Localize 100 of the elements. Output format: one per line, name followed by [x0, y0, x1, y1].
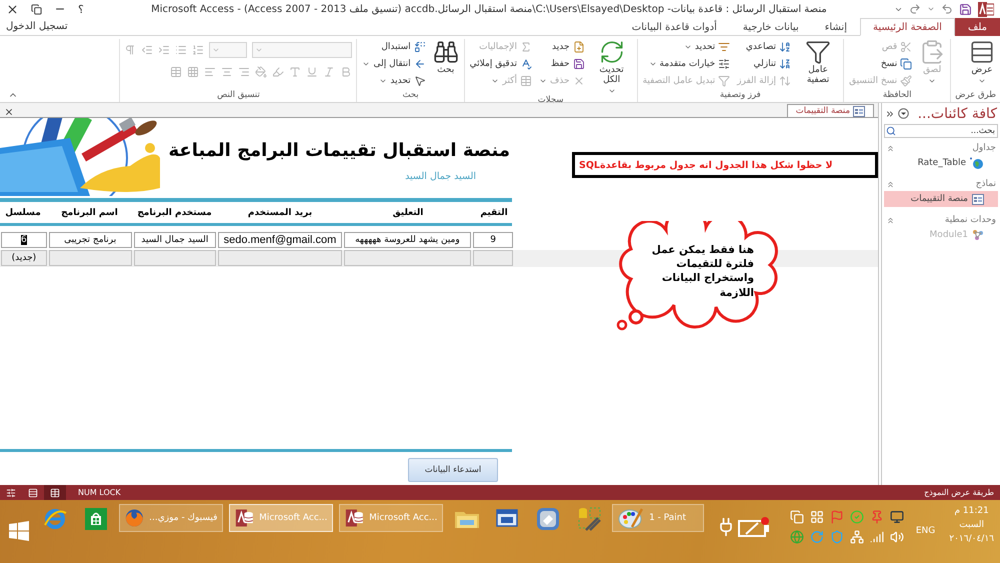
record-field[interactable]: ومين يشهد للعروسة هههههه	[344, 232, 472, 248]
undo-icon[interactable]	[941, 3, 953, 15]
pin-icon[interactable]	[870, 510, 884, 524]
record-field[interactable]	[218, 250, 342, 266]
chevron-up-icon	[886, 216, 895, 224]
record-field[interactable]	[48, 250, 132, 266]
record-field[interactable]: (جديد)	[1, 250, 47, 266]
dropdown-icon[interactable]	[898, 108, 909, 119]
ribbon-button[interactable]: تنازلي	[736, 56, 792, 72]
fox-globe-icon	[125, 507, 144, 529]
copy-icon	[900, 58, 912, 70]
ribbon-button[interactable]: خيارات متقدمة	[642, 56, 732, 72]
monitor-icon[interactable]	[890, 510, 904, 524]
ribbon-button[interactable]: بحث	[432, 39, 460, 76]
record-field[interactable]	[134, 250, 216, 266]
spell-check-icon	[520, 58, 532, 70]
record-field[interactable]: 9	[473, 232, 513, 248]
ribbon-button[interactable]: استبدال	[361, 39, 427, 55]
browser-icon	[43, 506, 68, 530]
ribbon-button[interactable]: عامل تصفية	[797, 39, 840, 86]
save-icon	[572, 58, 585, 70]
save-icon[interactable]	[959, 2, 972, 16]
search-icon	[886, 126, 896, 136]
close-icon[interactable]	[4, 107, 14, 117]
column-header: التعليق	[392, 208, 424, 218]
ribbon-tab[interactable]: أدوات قاعدة البيانات	[618, 18, 730, 36]
group-header[interactable]: جداول	[882, 141, 1000, 155]
document-tab[interactable]: منصة التقييمات	[786, 104, 874, 117]
record-field[interactable]: برنامج تجريبى	[48, 232, 132, 248]
ribbon-button[interactable]: جديد	[538, 39, 586, 55]
record-field[interactable]	[473, 250, 513, 266]
group-label: طرق عرض	[955, 90, 996, 102]
form-title: منصة استقبال تقييمات البرامج المباعة	[167, 140, 510, 161]
refresh-icon[interactable]	[810, 530, 824, 544]
callout-text: هنا فقط يمكن عمل فلترة للتقيمات واستخراج البيانات اللازمة	[650, 243, 754, 300]
ribbon-tab[interactable]: ملف	[954, 18, 1000, 36]
pane-item[interactable]: Rate_Table	[884, 155, 998, 171]
shield-icon[interactable]	[830, 530, 844, 544]
sort-ascending-icon	[779, 41, 792, 53]
help-button[interactable]: ؟	[78, 2, 84, 16]
column-header: بريد المستخدم	[246, 208, 314, 218]
rows-icon	[969, 39, 995, 65]
close-button[interactable]	[6, 2, 19, 16]
binoculars-icon	[432, 39, 459, 65]
column-header: مسلسل	[4, 208, 42, 218]
collapse-pane-icon[interactable]	[885, 108, 895, 118]
replace-icon	[414, 41, 426, 53]
window-title: منصة استقبال الرسائل : قاعدة بيانات- C:\Users\Elsayed\Desktop\منصة استقبال الرسائل.accdb (تنسيق ملف Access 2007 - 2013) - Microsoft Access	[151, 4, 827, 14]
record-field[interactable]: 6	[1, 232, 47, 248]
group-label: سجلات	[536, 94, 564, 105]
flag-icon[interactable]	[830, 510, 844, 524]
ribbon-tab[interactable]: إنشاء	[812, 18, 860, 36]
annotation-text: لا حظوا شكل هذا الجدول انه جدول مربوط بقاعدةSQL	[577, 160, 835, 170]
network-icon[interactable]	[850, 530, 864, 544]
caret-icon	[212, 46, 220, 54]
pane-title: كافة كائنات...	[916, 106, 997, 122]
column-header: التقيم	[479, 208, 509, 218]
scissors-icon	[900, 41, 912, 53]
group-header[interactable]: نماذج	[882, 177, 1000, 191]
record-field[interactable]: السيد جمال السيد	[134, 232, 216, 248]
ribbon-button[interactable]: تحديد	[361, 73, 427, 89]
database-app-icon	[235, 507, 254, 529]
column-header: اسم البرنامج	[60, 208, 119, 218]
refresh-icon	[598, 39, 625, 65]
palette-icon	[618, 507, 644, 529]
status-indicator: NUM LOCK	[77, 488, 122, 497]
app-window-icon	[496, 508, 518, 528]
ribbon-button[interactable]: تحديد	[642, 39, 732, 55]
ribbon-button[interactable]: تدقيق إملائي	[468, 56, 533, 72]
search-field[interactable]: بحث...	[884, 124, 998, 138]
ribbon-button[interactable]: حفظ	[538, 56, 586, 72]
sign-in-link[interactable]: تسجيل الدخول	[0, 17, 74, 35]
ribbon-button[interactable]: تصاعدي	[736, 39, 792, 55]
ribbon-button[interactable]: تحديث الكل	[590, 39, 633, 95]
view-button[interactable]	[44, 485, 66, 500]
group-header[interactable]: وحدات نمطية	[882, 213, 1000, 227]
globe-icon[interactable]	[790, 530, 804, 544]
caret-icon[interactable]	[927, 5, 935, 13]
record-field[interactable]	[344, 250, 472, 266]
chevron-up-icon	[886, 144, 895, 152]
record-field[interactable]: sedo.menf@gmail.com	[218, 232, 342, 248]
app-logo-icon	[978, 2, 994, 16]
ribbon-tab[interactable]: الصفحة الرئيسية	[860, 18, 955, 36]
signal-icon[interactable]	[870, 530, 884, 544]
ribbon-button[interactable]: انتقال إلى	[361, 56, 427, 72]
check-icon[interactable]	[850, 510, 864, 524]
pane-item[interactable]: منصة التقييمات	[884, 191, 998, 207]
fetch-data-button[interactable]: استدعاء البيانات	[408, 458, 498, 482]
speaker-icon[interactable]	[890, 530, 904, 544]
sliders-icon	[718, 58, 730, 70]
restore-icon	[31, 4, 42, 14]
ribbon-button[interactable]: عرض	[968, 39, 996, 85]
ribbon-button[interactable]: نسخ	[848, 56, 914, 72]
window-stack-icon[interactable]	[790, 510, 804, 524]
database-tools-icon	[576, 506, 602, 532]
ribbon-tab[interactable]: بيانات خارجية	[730, 18, 812, 36]
grid-icon[interactable]	[810, 510, 824, 524]
redo-icon[interactable]	[909, 3, 921, 15]
restore-button[interactable]	[31, 4, 42, 14]
group-label: الحافظة	[882, 90, 912, 102]
